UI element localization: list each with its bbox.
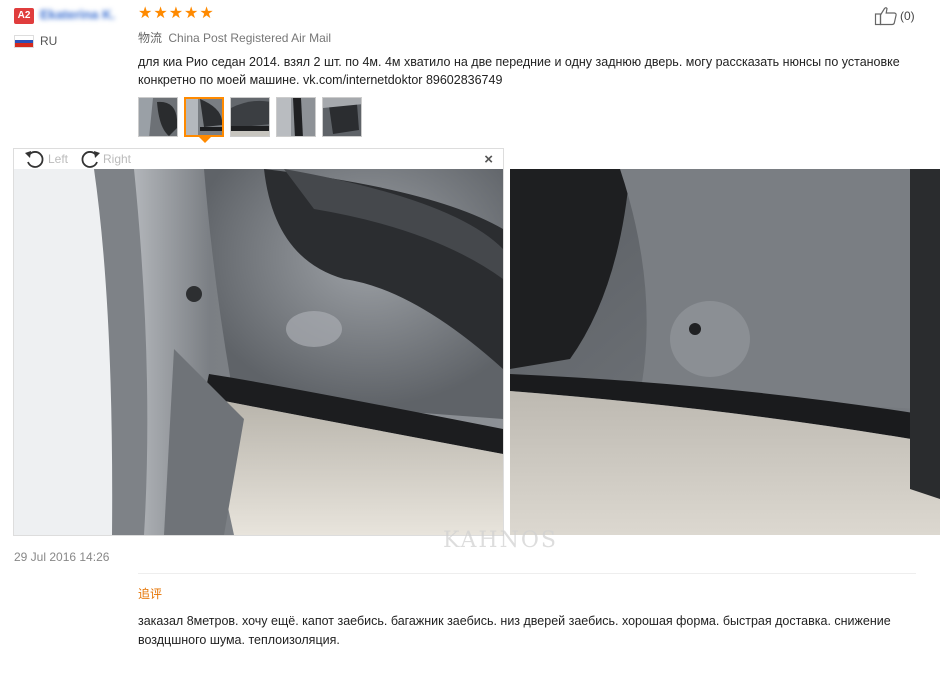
photo-thumbnail-4[interactable]	[276, 97, 316, 137]
buyer-level-badge: A2	[14, 8, 34, 24]
followup-label: 追评	[138, 587, 163, 601]
star-rating: ★ ★ ★ ★ ★	[138, 5, 214, 23]
review-date: 29 Jul 2016 14:26	[14, 550, 110, 564]
shipping-label: 物流	[138, 31, 163, 45]
watermark: KAHNOS	[443, 528, 558, 553]
photo-thumbnail-2[interactable]	[184, 97, 224, 137]
photo-thumbnail-1[interactable]	[138, 97, 178, 137]
review-photo-large-2[interactable]	[510, 169, 940, 535]
review-photo-large-1[interactable]	[14, 169, 503, 535]
photo-thumbnail-5[interactable]	[322, 97, 362, 137]
photo-thumbnails	[138, 97, 362, 137]
followup-divider	[138, 573, 916, 574]
star-icon: ★	[138, 5, 153, 22]
country-flag-icon	[14, 35, 34, 48]
star-icon: ★	[168, 5, 184, 22]
helpful-button[interactable]: (0)	[874, 6, 915, 26]
star-icon: ★	[199, 5, 214, 22]
photo-thumbnail-3[interactable]	[230, 97, 270, 137]
reviewer-name: Ekaterina K.	[40, 7, 116, 22]
rotate-left-label: Left	[48, 152, 69, 166]
followup-text: заказал 8метров. хочу ещё. капот заебись…	[138, 614, 891, 647]
rotate-right-icon	[81, 151, 100, 168]
rotate-right-label: Right	[103, 152, 132, 166]
rotate-left-button[interactable]: Left	[24, 149, 68, 169]
shipping-info: 物流 China Post Registered Air Mail	[138, 29, 331, 46]
photo-thumbnail-image	[139, 98, 177, 136]
star-icon: ★	[153, 5, 168, 22]
review-text: для киа Рио седан 2014. взял 2 шт. по 4м…	[138, 55, 900, 87]
door-sill-photo	[510, 169, 940, 535]
photo-thumbnail-image	[231, 98, 269, 136]
reviewer-country: RU	[40, 34, 58, 48]
door-seal-photo	[14, 169, 503, 535]
thumbs-up-icon	[874, 7, 897, 26]
photo-thumbnail-image	[277, 98, 315, 136]
rotate-left-icon	[25, 151, 44, 168]
star-icon: ★	[184, 5, 199, 22]
close-viewer-button[interactable]: ×	[484, 151, 493, 168]
shipping-method: China Post Registered Air Mail	[168, 31, 332, 45]
photo-thumbnail-image	[323, 98, 361, 136]
helpful-count: (0)	[900, 9, 915, 23]
photo-thumbnail-image	[186, 99, 222, 135]
viewer-toolbar: Left Right ×	[14, 149, 503, 170]
rotate-right-button[interactable]: Right	[79, 149, 131, 169]
active-thumbnail-pointer	[199, 137, 211, 143]
